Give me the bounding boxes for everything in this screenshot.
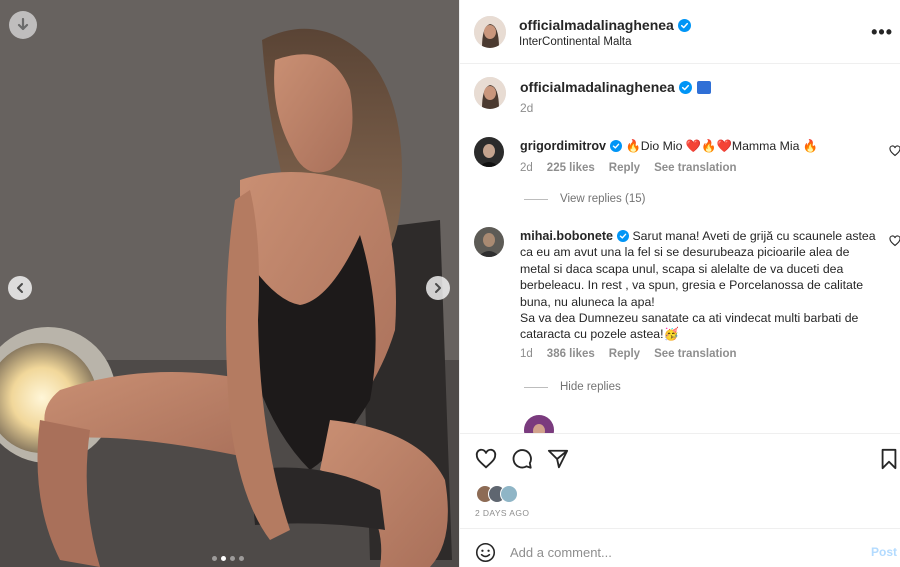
commenter-username[interactable]: grigordimitrov <box>520 139 606 153</box>
caption-username[interactable]: officialmadalinaghenea <box>520 79 675 95</box>
emoji-icon[interactable] <box>475 542 496 563</box>
download-button[interactable] <box>9 11 37 39</box>
liker-avatar <box>500 485 518 503</box>
comment-meta: 1d 386 likes Reply See translation <box>520 348 751 360</box>
replies-divider <box>524 198 548 200</box>
previous-slide-button[interactable] <box>8 276 32 300</box>
post-sidebar: officialmadalinaghenea InterContinental … <box>459 0 900 567</box>
comment-composer: Post <box>460 528 900 567</box>
author-avatar[interactable] <box>474 16 506 48</box>
comment-body: mihai.bobonete Sarut mana! Aveti de grij… <box>520 228 882 343</box>
save-bookmark-icon[interactable] <box>879 448 899 470</box>
caption-author-line: officialmadalinaghenea <box>520 79 711 97</box>
commenter-avatar[interactable] <box>474 137 504 167</box>
comment-time: 1d <box>520 348 533 360</box>
comments-list[interactable]: officialmadalinaghenea 2d grigordimitrov… <box>460 65 900 433</box>
carousel-dot <box>212 556 217 561</box>
hide-replies-button[interactable]: Hide replies <box>524 381 621 393</box>
author-avatar[interactable] <box>474 77 506 109</box>
see-translation-button[interactable]: See translation <box>654 162 736 174</box>
comment-time: 2d <box>520 162 533 174</box>
commenter-avatar[interactable] <box>474 227 504 257</box>
post-media[interactable] <box>0 0 459 567</box>
post-comment-button[interactable]: Post <box>871 545 897 559</box>
verified-badge-icon <box>610 140 623 152</box>
see-translation-button[interactable]: See translation <box>654 348 736 360</box>
caption-time: 2d <box>520 101 534 115</box>
more-options-button[interactable]: ••• <box>871 22 893 43</box>
post-location[interactable]: InterContinental Malta <box>519 36 632 48</box>
next-slide-button[interactable] <box>426 276 450 300</box>
hide-replies-label: Hide replies <box>560 381 621 393</box>
comment-text: 🔥Dio Mio ❤️🔥❤️Mamma Mia 🔥 <box>625 139 819 153</box>
reply-button[interactable]: Reply <box>609 348 640 360</box>
comment-meta: 2d 225 likes Reply See translation <box>520 162 751 174</box>
comment-likes[interactable]: 225 likes <box>547 162 595 174</box>
carousel-dot <box>239 556 244 561</box>
reply-button[interactable]: Reply <box>609 162 640 174</box>
comment-likes[interactable]: 386 likes <box>547 348 595 360</box>
reply-avatar[interactable] <box>524 415 554 433</box>
share-icon[interactable] <box>547 448 569 470</box>
comment-icon[interactable] <box>511 448 533 470</box>
carousel-dot-active <box>221 556 226 561</box>
author-line: officialmadalinaghenea <box>519 17 691 35</box>
verified-badge-icon <box>677 19 691 32</box>
commenter-username[interactable]: mihai.bobonete <box>520 229 613 243</box>
post-actions: 2 DAYS AGO <box>460 433 900 528</box>
liked-by-avatars[interactable] <box>476 485 518 503</box>
comment-item: mihai.bobonete Sarut mana! Aveti de grij… <box>460 227 900 433</box>
chevron-right-icon <box>435 283 441 293</box>
verified-badge-icon <box>617 230 630 242</box>
like-comment-heart-icon[interactable] <box>889 235 900 247</box>
carousel-dot <box>230 556 235 561</box>
post-date[interactable]: 2 DAYS AGO <box>475 508 529 518</box>
like-comment-heart-icon[interactable] <box>889 145 900 157</box>
chevron-left-icon <box>17 283 23 293</box>
carousel-indicator <box>212 556 244 561</box>
heart-icon[interactable] <box>475 448 497 470</box>
comment-item: grigordimitrov 🔥Dio Mio ❤️🔥❤️Mamma Mia 🔥… <box>460 135 900 215</box>
view-replies-button[interactable]: View replies (15) <box>524 193 645 205</box>
author-username[interactable]: officialmadalinaghenea <box>519 17 674 33</box>
replies-divider <box>524 386 548 388</box>
verified-badge-icon <box>678 81 692 94</box>
comment-input[interactable] <box>510 542 830 562</box>
post-photo <box>0 0 459 567</box>
soon-emoji-icon <box>696 81 711 94</box>
view-replies-label: View replies (15) <box>560 193 646 205</box>
comment-text-continued: Sa va dea Dumnezeu sanatate ca ati vinde… <box>520 311 859 342</box>
comment-body: grigordimitrov 🔥Dio Mio ❤️🔥❤️Mamma Mia 🔥 <box>520 138 880 154</box>
post-header: officialmadalinaghenea InterContinental … <box>460 0 900 64</box>
arrow-down-icon <box>17 18 29 31</box>
